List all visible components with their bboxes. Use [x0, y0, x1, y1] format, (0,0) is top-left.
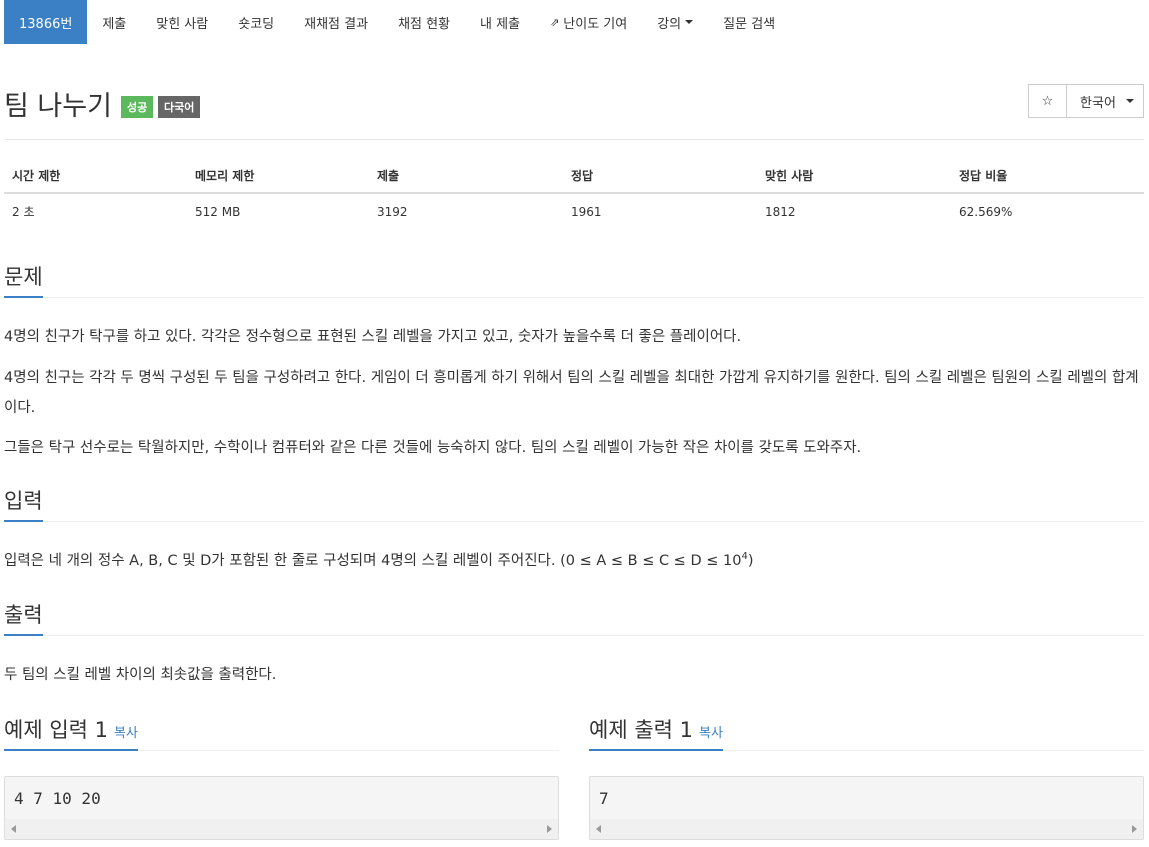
nav-label: 맞힌 사람	[156, 16, 209, 32]
nav-label: 채점 현황	[398, 16, 451, 32]
scroll-right-icon[interactable]	[1132, 825, 1137, 833]
nav-label: 질문 검색	[723, 16, 776, 32]
input-text: 입력은 네 개의 정수 A, B, C 및 D가 포함된 한 줄로 구성되며 4…	[4, 553, 742, 569]
header-submissions: 제출	[369, 158, 563, 194]
output-description: 두 팀의 스킬 레벨 차이의 최솟값을 출력한다.	[4, 667, 277, 683]
nav-question-search[interactable]: 질문 검색	[708, 0, 790, 44]
problem-menu: 13866번 제출 맞힌 사람 숏코딩 재채점 결과 채점 현황 내 제출 ⇗ 난…	[4, 0, 790, 44]
nav-short-coding[interactable]: 숏코딩	[223, 0, 289, 44]
sample-input-heading: 예제 입력 1 복사	[4, 716, 138, 751]
output-heading: 출력	[4, 601, 43, 636]
header-solved-users: 맞힌 사람	[757, 158, 951, 194]
sample-input-title: 예제 입력 1	[4, 718, 108, 742]
header-time-limit: 시간 제한	[4, 158, 187, 194]
nav-label: 제출	[102, 16, 127, 32]
solved-badge: 성공	[121, 96, 154, 118]
input-heading: 입력	[4, 487, 43, 522]
nav-label: 강의	[657, 16, 682, 32]
problem-actions: ☆ 한국어	[1028, 84, 1144, 118]
table-row: 2 초 512 MB 3192 1961 1812 62.569%	[4, 193, 1144, 229]
sample-output-headline: 예제 출력 1 복사	[589, 716, 1144, 751]
copy-sample-input-button[interactable]: 복사	[114, 726, 138, 741]
star-icon: ☆	[1041, 93, 1054, 109]
nav-submit[interactable]: 제출	[87, 0, 141, 44]
description-paragraph-2: 4명의 친구는 각각 두 명씩 구성된 두 팀을 구성하려고 한다. 게임이 더…	[4, 370, 1139, 416]
sample-input-headline: 예제 입력 1 복사	[4, 716, 559, 751]
nav-my-submissions[interactable]: 내 제출	[465, 0, 535, 44]
star-button[interactable]: ☆	[1028, 84, 1067, 118]
description-heading: 문제	[4, 263, 43, 298]
header-accepted: 정답	[563, 158, 757, 194]
sample-output-title: 예제 출력 1	[589, 718, 693, 742]
multilang-badge: 다국어	[158, 96, 201, 118]
input-text-end: )	[747, 553, 754, 569]
nav-problem-number[interactable]: 13866번	[4, 0, 88, 44]
sample-output-data: 7	[599, 789, 609, 808]
sample-input-data: 4 7 10 20	[14, 789, 101, 808]
memory-limit-value: 512 MB	[195, 204, 241, 219]
horizontal-scrollbar[interactable]	[5, 819, 558, 839]
nav-status[interactable]: 채점 현황	[383, 0, 465, 44]
input-headline: 입력	[4, 487, 1144, 522]
problem-info-table: 시간 제한 메모리 제한 제출 정답 맞힌 사람 정답 비율 2 초 512 M…	[4, 158, 1144, 229]
nav-label: 난이도 기여	[563, 16, 628, 32]
input-description: 입력은 네 개의 정수 A, B, C 및 D가 포함된 한 줄로 구성되며 4…	[4, 546, 1149, 576]
language-select[interactable]: 한국어	[1067, 84, 1144, 118]
nav-label: 숏코딩	[238, 16, 275, 32]
header-accept-ratio: 정답 비율	[951, 158, 1144, 194]
nav-rejudge-results[interactable]: 재채점 결과	[289, 0, 383, 44]
sample-output-box[interactable]: 7	[589, 776, 1144, 840]
language-label: 한국어	[1080, 95, 1116, 111]
header-memory-limit: 메모리 제한	[187, 158, 369, 194]
nav-label: 재채점 결과	[304, 16, 369, 32]
nav-label: 13866번	[19, 16, 73, 32]
nav-lectures-dropdown[interactable]: 강의	[642, 0, 708, 44]
sample-input-box[interactable]: 4 7 10 20	[4, 776, 559, 840]
accepted-value: 1961	[571, 204, 602, 219]
description-paragraph-1: 4명의 친구가 탁구를 하고 있다. 각각은 정수형으로 표현된 스킬 레벨을 …	[4, 329, 742, 345]
scroll-left-icon[interactable]	[11, 825, 16, 833]
sample-output-heading: 예제 출력 1 복사	[589, 716, 723, 751]
caret-down-icon	[685, 20, 694, 24]
description-headline: 문제	[4, 263, 1144, 298]
problem-title-row: 팀 나누기 성공 다국어 ☆ 한국어	[4, 84, 1144, 140]
external-link-icon: ⇗	[550, 15, 560, 29]
nav-label: 내 제출	[480, 16, 521, 32]
scroll-left-icon[interactable]	[596, 825, 601, 833]
time-limit-value: 2 초	[12, 205, 35, 219]
table-header-row: 시간 제한 메모리 제한 제출 정답 맞힌 사람 정답 비율	[4, 158, 1144, 194]
scroll-right-icon[interactable]	[547, 825, 552, 833]
accept-ratio-value: 62.569%	[959, 204, 1013, 219]
nav-solved-users[interactable]: 맞힌 사람	[141, 0, 223, 44]
description-paragraph-3: 그들은 탁구 선수로는 탁월하지만, 수학이나 컴퓨터와 같은 다른 것들에 능…	[4, 440, 862, 456]
submissions-value: 3192	[377, 204, 408, 219]
problem-title: 팀 나누기	[4, 91, 112, 122]
solved-users-value: 1812	[765, 204, 796, 219]
copy-sample-output-button[interactable]: 복사	[699, 726, 723, 741]
output-headline: 출력	[4, 601, 1144, 636]
caret-down-icon	[1125, 99, 1134, 103]
horizontal-scrollbar[interactable]	[590, 819, 1143, 839]
nav-difficulty-contribution[interactable]: ⇗ 난이도 기여	[535, 0, 642, 44]
